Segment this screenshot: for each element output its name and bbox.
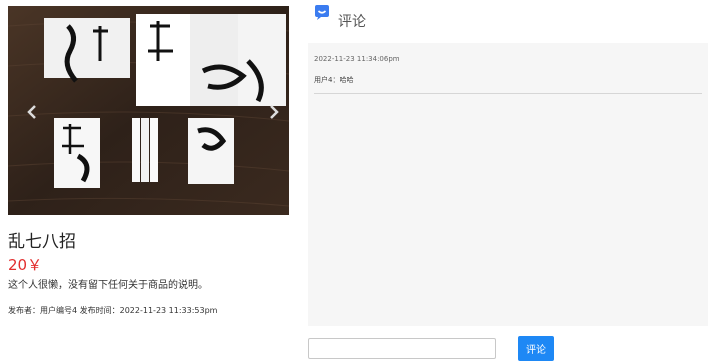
list-item: 2022-11-23 11:34:06pm 用户4：哈哈: [308, 43, 708, 94]
chevron-right-icon: [270, 105, 279, 119]
product-title: 乱七八招: [8, 232, 76, 252]
chat-bubble-icon: [315, 5, 329, 20]
comment-time: 2022-11-23 11:34:06pm: [314, 55, 400, 63]
product-price: 20￥: [8, 256, 43, 274]
comment-input[interactable]: [308, 338, 496, 359]
carousel-prev-button[interactable]: [24, 102, 40, 122]
product-detail-page: 乱七八招 20￥ 这个人很懒，没有留下任何关于商品的说明。 发布者：用户编号4 …: [0, 0, 709, 363]
comment-header: 评论: [314, 5, 366, 31]
comment-section-title: 评论: [338, 14, 366, 30]
submit-comment-button[interactable]: 评论: [518, 336, 554, 361]
comment-list: 2022-11-23 11:34:06pm 用户4：哈哈: [308, 43, 708, 326]
chevron-left-icon: [27, 105, 36, 119]
carousel-next-button[interactable]: [266, 102, 282, 122]
product-meta: 发布者：用户编号4 发布时间：2022-11-23 11:33:53pm: [8, 306, 218, 315]
product-image: [8, 6, 289, 215]
product-description: 这个人很懒，没有留下任何关于商品的说明。: [8, 280, 208, 291]
comment-text: 用户4：哈哈: [314, 76, 354, 84]
product-image-carousel[interactable]: [8, 6, 289, 215]
comment-divider: [314, 93, 702, 94]
